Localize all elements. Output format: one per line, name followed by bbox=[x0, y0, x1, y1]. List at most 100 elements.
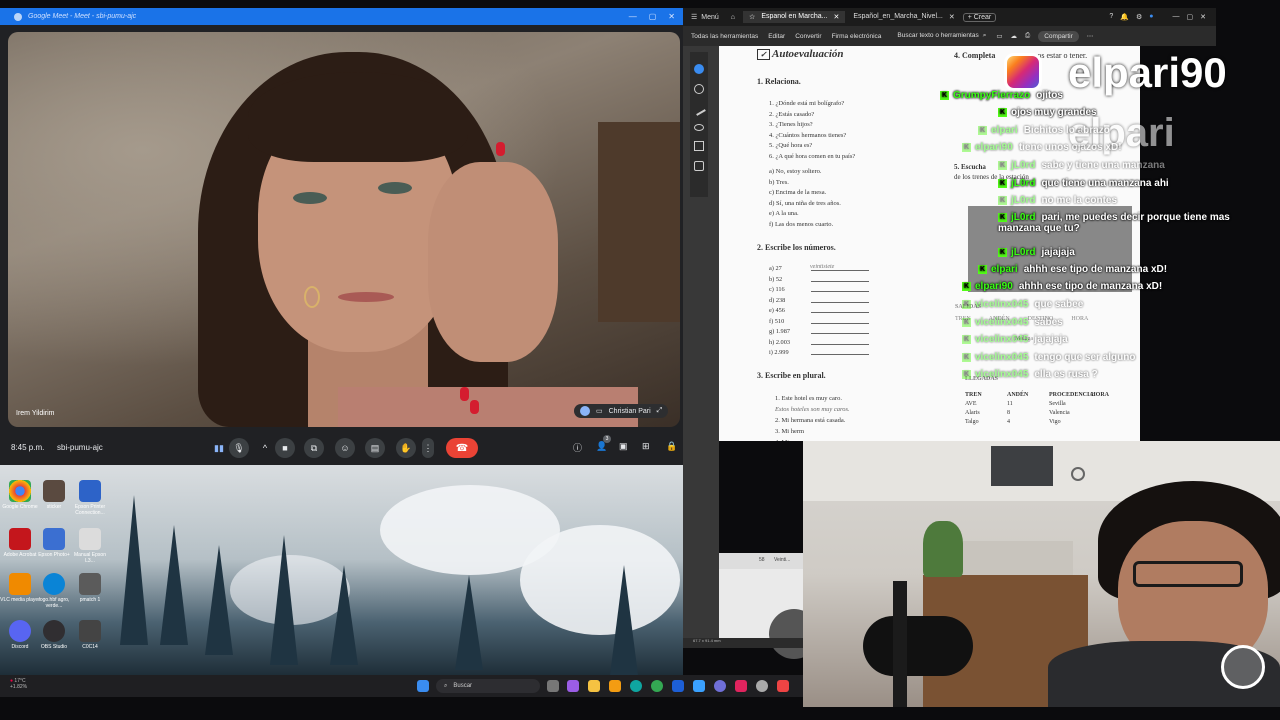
host-controls-icon[interactable]: 🔒 bbox=[666, 441, 677, 452]
share-button[interactable]: Compartir bbox=[1038, 30, 1079, 42]
app-icon[interactable] bbox=[777, 680, 789, 692]
desktop-icon-epson-photo[interactable]: Epson Photo+ bbox=[34, 528, 74, 558]
search-icon: ⌕ bbox=[444, 682, 448, 689]
number-label: f) 510 bbox=[769, 317, 785, 325]
convert-tab[interactable]: Convertir bbox=[795, 33, 821, 40]
pen-tool-icon[interactable] bbox=[692, 102, 706, 116]
edge-icon[interactable] bbox=[630, 680, 642, 692]
edit-tab[interactable]: Editar bbox=[768, 33, 785, 40]
pdf-toolbar: Todas las herramientas Editar Convertir … bbox=[683, 26, 1216, 46]
close-icon[interactable]: ✕ bbox=[1200, 13, 1206, 21]
pdf-tab-2[interactable]: Español_en_Marcha_Nivel... ✕ bbox=[853, 13, 954, 21]
answer-line bbox=[811, 275, 869, 282]
exercise-1-answers: a) No, estoy soltero. b) Tres. c) Encima d… bbox=[769, 167, 841, 230]
more-options-button[interactable]: ⋮ bbox=[422, 438, 434, 458]
raise-hand-button[interactable]: ✋ bbox=[396, 438, 416, 458]
answer-item: e) A la una. bbox=[769, 210, 799, 217]
meeting-time: 8:45 p.m. bbox=[11, 443, 45, 452]
home-icon[interactable]: ⌂ bbox=[731, 14, 735, 21]
all-tools-tab[interactable]: Todas las herramientas bbox=[691, 33, 758, 40]
nail-3 bbox=[470, 400, 479, 414]
desktop-icon-c0c14[interactable]: C0C14 bbox=[70, 620, 110, 650]
maximize-icon[interactable]: ▢ bbox=[649, 12, 657, 21]
select-tool-icon[interactable] bbox=[694, 64, 704, 74]
camera-button[interactable]: ■ bbox=[275, 438, 295, 458]
minimize-icon[interactable]: — bbox=[1173, 13, 1180, 21]
store-icon[interactable] bbox=[609, 680, 621, 692]
hamburger-icon[interactable]: ☰ bbox=[691, 13, 697, 21]
widgets-icon[interactable] bbox=[567, 680, 579, 692]
number-item: c) 116 bbox=[769, 285, 869, 296]
exercise-2-items: a) 27 b) 52 c) 116 d) 238 e) 456 f) 510 g) 1.9… bbox=[769, 264, 869, 359]
desktop-icon-obs[interactable]: OBS Studio bbox=[34, 620, 74, 650]
chrome-icon[interactable] bbox=[651, 680, 663, 692]
desktop-icon-pmatch[interactable]: pmatch 1 bbox=[70, 573, 110, 603]
plural-item: Estos hoteles son muy caros. bbox=[775, 406, 850, 413]
app-icon[interactable] bbox=[735, 680, 747, 692]
leave-call-button[interactable]: ☎ bbox=[446, 438, 478, 458]
close-icon[interactable]: ✕ bbox=[668, 12, 675, 21]
app-icon[interactable] bbox=[672, 680, 684, 692]
info-icon[interactable]: ⓘ bbox=[573, 441, 582, 454]
sign-tab[interactable]: Firma electrónica bbox=[832, 33, 882, 40]
emoji-button[interactable]: ☺ bbox=[335, 438, 355, 458]
participant-video-tile[interactable] bbox=[8, 32, 680, 427]
question-item: 2. ¿Estás casado? bbox=[769, 110, 815, 118]
participant-hand bbox=[428, 162, 558, 362]
chat-text: que tiene una manzana ahi bbox=[1041, 178, 1169, 189]
tab-close-icon[interactable]: ✕ bbox=[833, 13, 839, 21]
task-view-icon[interactable] bbox=[547, 680, 559, 692]
desktop-icon-sticker[interactable]: sticker bbox=[34, 480, 74, 510]
pdf-tab-active[interactable]: ☆ Espanol en Marcha... ✕ bbox=[743, 11, 846, 23]
chat-icon[interactable]: ▣ bbox=[619, 441, 628, 452]
number-label: b) 52 bbox=[769, 275, 783, 283]
print-icon[interactable]: ⎙ bbox=[1025, 32, 1030, 40]
desktop-icon-logo[interactable]: logo.hbf agro, verde... bbox=[34, 573, 74, 609]
pinned-participant-chip[interactable]: ▭ Christian Pari ⤢ bbox=[574, 404, 669, 418]
account-icon[interactable]: ● bbox=[1149, 13, 1153, 21]
table-cell bbox=[1091, 401, 1133, 407]
search-tools-field[interactable]: Buscar texto o herramientas ⌕ bbox=[897, 32, 986, 40]
app-icon[interactable] bbox=[714, 680, 726, 692]
meet-window-titlebar[interactable]: Google Meet - Meet - sbi-pumu-ajc — ▢ ✕ bbox=[0, 8, 683, 25]
desktop-icon-epson-manual[interactable]: Manual Epson L3... bbox=[70, 528, 110, 564]
activities-icon[interactable]: ⊞ bbox=[642, 441, 650, 452]
taskbar-search-box[interactable]: ⌕ Buscar bbox=[436, 679, 540, 693]
help-icon[interactable]: ? bbox=[1109, 13, 1113, 21]
text-tool-icon[interactable] bbox=[694, 141, 704, 151]
audio-level-icon[interactable]: ▮▮ bbox=[209, 438, 229, 458]
table-header-cell: ANDÉN bbox=[1007, 392, 1029, 398]
bell-icon[interactable]: 🔔 bbox=[1120, 13, 1129, 21]
stamp-tool-icon[interactable] bbox=[694, 161, 704, 171]
chat-username: elpari bbox=[991, 125, 1018, 136]
answer-line bbox=[811, 306, 869, 313]
app-icon[interactable] bbox=[756, 680, 768, 692]
file-explorer-icon[interactable] bbox=[588, 680, 600, 692]
zoom-tool-icon[interactable] bbox=[694, 84, 704, 94]
wallpaper-tree bbox=[610, 565, 638, 675]
captions-button[interactable]: ▤ bbox=[365, 438, 385, 458]
answer-line bbox=[811, 317, 869, 324]
create-button[interactable]: + Crear bbox=[962, 12, 997, 22]
tab-close-icon[interactable]: ✕ bbox=[949, 13, 955, 21]
menu-label[interactable]: Menú bbox=[701, 14, 719, 21]
cloud-icon[interactable]: ☁ bbox=[1011, 32, 1018, 40]
weather-widget[interactable]: ● 17°C +1.82% bbox=[10, 678, 27, 690]
minimize-icon[interactable]: — bbox=[629, 12, 637, 21]
maximize-icon[interactable]: ▢ bbox=[1187, 13, 1194, 21]
present-button[interactable]: ⧉ bbox=[304, 438, 324, 458]
expand-icon[interactable]: ⤢ bbox=[657, 407, 663, 415]
microphone-button[interactable]: 🎙 bbox=[229, 438, 249, 458]
app-icon[interactable] bbox=[693, 680, 705, 692]
table-row: Alaris 8 Valencia bbox=[965, 410, 1135, 416]
more-icon[interactable]: ⋯ bbox=[1087, 32, 1094, 40]
kick-badge-icon: K bbox=[962, 334, 971, 344]
save-icon[interactable]: ▭ bbox=[996, 32, 1002, 40]
desktop-icon-epson-connection[interactable]: Epson Printer Connection... bbox=[70, 480, 110, 516]
llegadas-header: TREN ANDÉN PROCEDENCIA HORA bbox=[965, 392, 1135, 398]
screen: Google Meet - Meet - sbi-pumu-ajc — ▢ ✕ … bbox=[0, 0, 1280, 720]
settings-icon[interactable]: ⚙ bbox=[1136, 13, 1142, 21]
start-button-icon[interactable] bbox=[417, 680, 429, 692]
chevron-up-icon[interactable]: ^ bbox=[255, 438, 275, 458]
lasso-tool-icon[interactable] bbox=[694, 124, 704, 131]
